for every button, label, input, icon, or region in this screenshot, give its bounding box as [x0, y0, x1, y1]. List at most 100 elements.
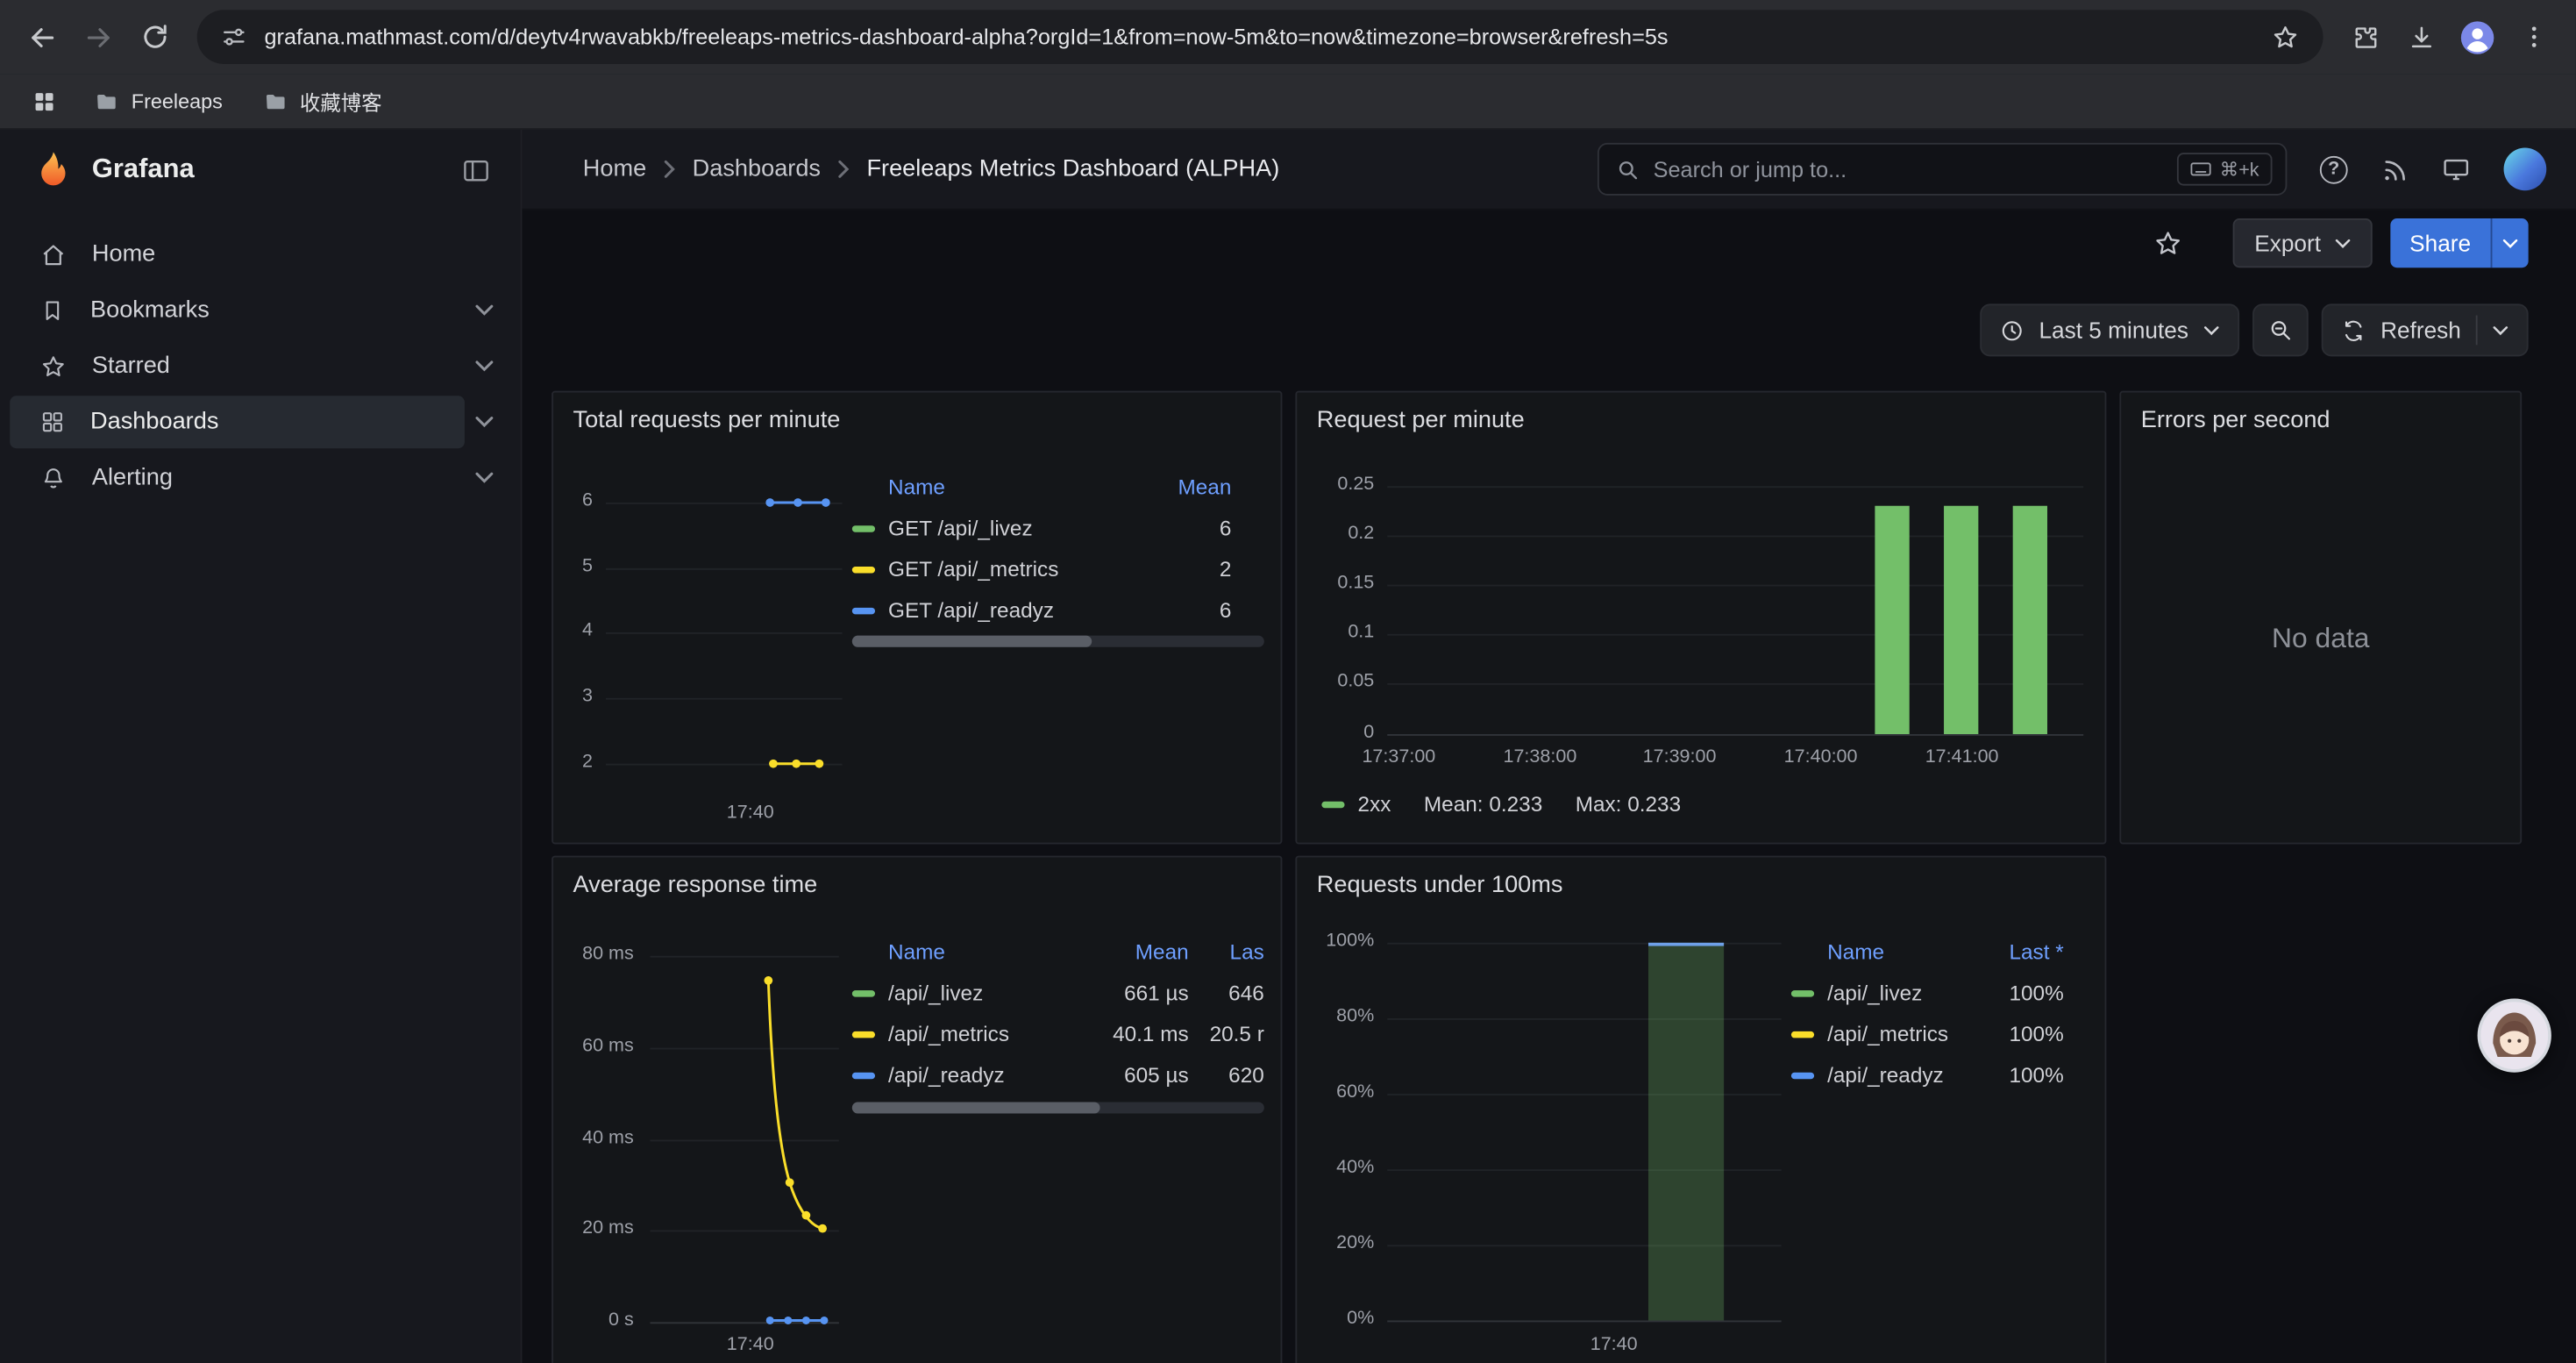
series-swatch — [852, 1031, 875, 1037]
help-icon[interactable]: ? — [2320, 155, 2348, 183]
url-input[interactable] — [264, 25, 2253, 49]
series-last: 100% — [1972, 981, 2064, 1005]
sidebar-item-label: Alerting — [92, 465, 173, 491]
x-axis-tick: 17:38:00 — [1483, 747, 1598, 767]
favorite-star-icon[interactable] — [2143, 218, 2192, 268]
series-name[interactable]: /api/_livez — [888, 981, 1084, 1005]
legend-scrollbar[interactable] — [852, 1102, 1264, 1113]
panel-title[interactable]: Requests under 100ms — [1297, 857, 2104, 913]
chevron-down-icon[interactable] — [474, 471, 494, 484]
chevron-down-icon[interactable] — [474, 303, 494, 317]
series-last: 20.5 r — [1189, 1022, 1264, 1046]
legend-col-name[interactable]: Name — [888, 474, 945, 498]
legend-col-mean[interactable]: Mean — [1084, 938, 1189, 963]
series-name[interactable]: /api/_livez — [1827, 981, 1972, 1005]
refresh-interval-dropdown[interactable] — [2492, 325, 2508, 336]
sidebar-item-label: Starred — [92, 353, 170, 380]
clock-icon — [2000, 318, 2025, 342]
profile-avatar[interactable] — [2451, 11, 2504, 63]
reload-icon[interactable] — [128, 11, 181, 63]
legend-col-name[interactable]: Name — [1827, 938, 1884, 963]
downloads-icon[interactable] — [2395, 11, 2448, 63]
legend-row: /api/_readyz 605 µs 620 — [852, 1054, 1264, 1095]
legend-row: /api/_metrics 40.1 ms 20.5 r — [852, 1013, 1264, 1054]
share-dropdown-icon[interactable] — [2491, 218, 2529, 268]
bar-2xx — [2013, 506, 2047, 734]
breadcrumb-dashboards[interactable]: Dashboards — [693, 156, 821, 182]
share-button[interactable]: Share — [2390, 218, 2529, 268]
bookmark-item-blogs[interactable]: 收藏博客 — [251, 81, 394, 122]
time-range-picker[interactable]: Last 5 minutes — [1980, 303, 2239, 356]
legend-col-last[interactable]: Last * — [1972, 938, 2064, 963]
breadcrumb-home[interactable]: Home — [583, 156, 646, 182]
series-mean: 40.1 ms — [1084, 1022, 1189, 1046]
extensions-icon[interactable] — [2339, 11, 2392, 63]
sidebar-item-label: Home — [92, 241, 155, 268]
bookmark-star-icon[interactable] — [2271, 22, 2301, 52]
panel-title[interactable]: Request per minute — [1297, 393, 2104, 449]
legend-col-last[interactable]: Las — [1189, 938, 1264, 963]
address-bar[interactable] — [197, 10, 2323, 64]
legend-scrollbar[interactable] — [852, 636, 1264, 647]
collapse-sidebar-icon[interactable] — [461, 155, 491, 185]
line-chart — [606, 483, 843, 787]
kiosk-monitor-icon[interactable] — [2441, 154, 2471, 184]
back-icon[interactable] — [17, 11, 69, 63]
series-name[interactable]: /api/_metrics — [888, 1022, 1084, 1046]
panel-title[interactable]: Total requests per minute — [553, 393, 1281, 449]
series-name[interactable]: GET /api/_readyz — [888, 598, 1133, 623]
series-max: Max: 0.233 — [1576, 792, 1681, 817]
zoom-out-button[interactable] — [2252, 303, 2309, 356]
news-rss-icon[interactable] — [2380, 155, 2409, 183]
series-name[interactable]: 2xx — [1358, 792, 1391, 817]
legend-col-mean[interactable]: Mean — [1133, 474, 1231, 498]
series-mean: Mean: 0.233 — [1424, 792, 1542, 817]
keyboard-icon — [2190, 161, 2211, 178]
assistant-avatar[interactable] — [2478, 998, 2551, 1072]
legend-row: GET /api/_livez 6 — [852, 508, 1232, 549]
series-last: 100% — [1972, 1022, 2064, 1046]
chevron-down-icon[interactable] — [474, 416, 494, 429]
breadcrumb-current: Freeleaps Metrics Dashboard (ALPHA) — [866, 156, 1279, 182]
sidebar-item-bookmarks[interactable]: Bookmarks — [0, 282, 521, 339]
x-axis-tick: 17:40:00 — [1763, 747, 1878, 767]
forward-icon[interactable] — [72, 11, 125, 63]
series-name[interactable]: GET /api/_livez — [888, 516, 1133, 540]
chevron-down-icon[interactable] — [474, 360, 494, 373]
grafana-logo[interactable] — [32, 149, 74, 190]
browser-menu-icon[interactable] — [2507, 11, 2559, 63]
user-avatar[interactable] — [2504, 148, 2547, 191]
refresh-button[interactable]: Refresh — [2322, 303, 2529, 356]
apps-grid-icon[interactable] — [23, 80, 66, 123]
panel-title[interactable]: Average response time — [553, 857, 1281, 913]
bar-2xx — [1875, 506, 1909, 734]
bookmark-item-freeleaps[interactable]: Freeleaps — [82, 83, 234, 119]
sidebar-item-home[interactable]: Home — [0, 226, 521, 282]
legend-row: GET /api/_metrics 2 — [852, 548, 1232, 589]
shortcut-hint: ⌘+k — [2177, 153, 2273, 185]
series-name[interactable]: /api/_readyz — [888, 1063, 1084, 1088]
refresh-icon — [2341, 318, 2366, 342]
legend-row: /api/_livez 661 µs 646 — [852, 973, 1264, 1014]
series-name[interactable]: /api/_readyz — [1827, 1063, 1972, 1088]
chevron-right-icon — [663, 160, 676, 179]
sidebar: Grafana Home Bookmarks Starred — [0, 130, 522, 1363]
panel-title[interactable]: Errors per second — [2121, 393, 2520, 449]
legend-col-name[interactable]: Name — [888, 938, 945, 963]
series-swatch — [852, 989, 875, 995]
sidebar-item-alerting[interactable]: Alerting — [0, 450, 521, 506]
panel-request-per-minute: Request per minute 0.25 0.2 0.15 0.1 0.0… — [1295, 391, 2106, 845]
export-button[interactable]: Export — [2233, 218, 2372, 268]
series-name[interactable]: GET /api/_metrics — [888, 557, 1133, 582]
dashboard-actions: Export Share — [522, 211, 2575, 276]
no-data-message: No data — [2121, 623, 2520, 655]
sidebar-item-starred[interactable]: Starred — [0, 339, 521, 395]
sidebar-header: Grafana — [0, 130, 521, 211]
search-input[interactable] — [1654, 157, 2164, 182]
search-box[interactable]: ⌘+k — [1598, 143, 2287, 196]
panel-total-requests: Total requests per minute 6 5 4 3 2 17:4… — [551, 391, 1282, 845]
sidebar-item-dashboards[interactable]: Dashboards — [0, 394, 521, 450]
site-settings-icon[interactable] — [220, 23, 248, 51]
series-name[interactable]: /api/_metrics — [1827, 1022, 1972, 1046]
home-icon — [39, 240, 68, 268]
